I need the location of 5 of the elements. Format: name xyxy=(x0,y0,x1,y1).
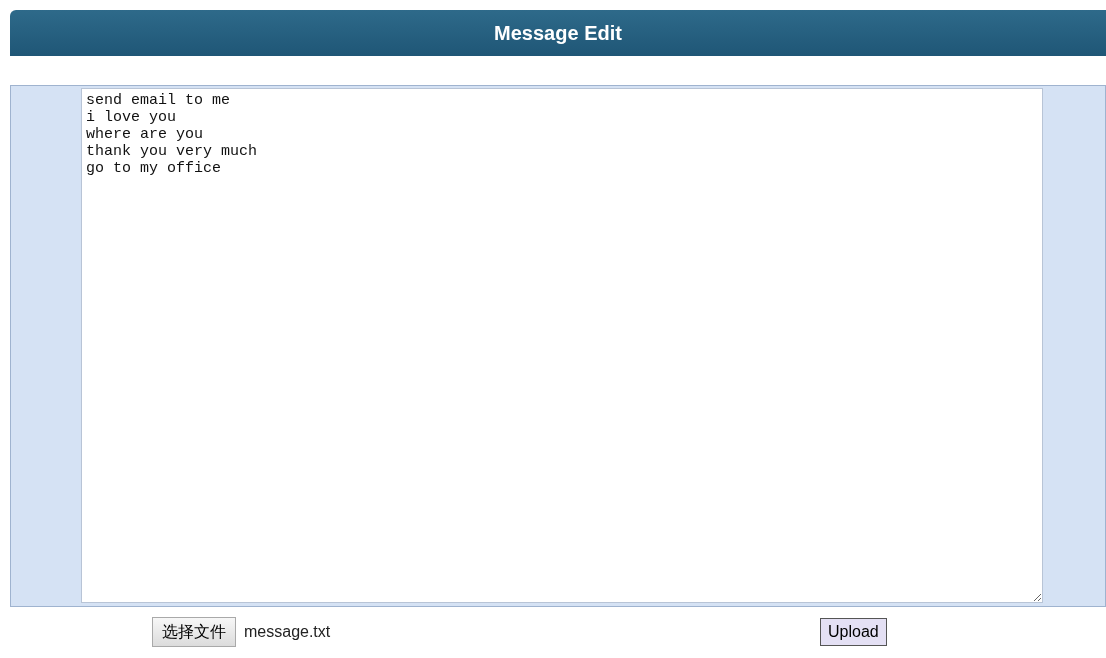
file-name: message.txt xyxy=(244,623,331,641)
message-field[interactable]: send email to me i love you where are you thank you very much go to my office xyxy=(81,88,1043,603)
choose-file-button[interactable]: 选择文件 xyxy=(152,617,236,647)
page-title: Message Edit xyxy=(494,21,622,45)
upload-button[interactable]: Upload xyxy=(820,618,887,646)
